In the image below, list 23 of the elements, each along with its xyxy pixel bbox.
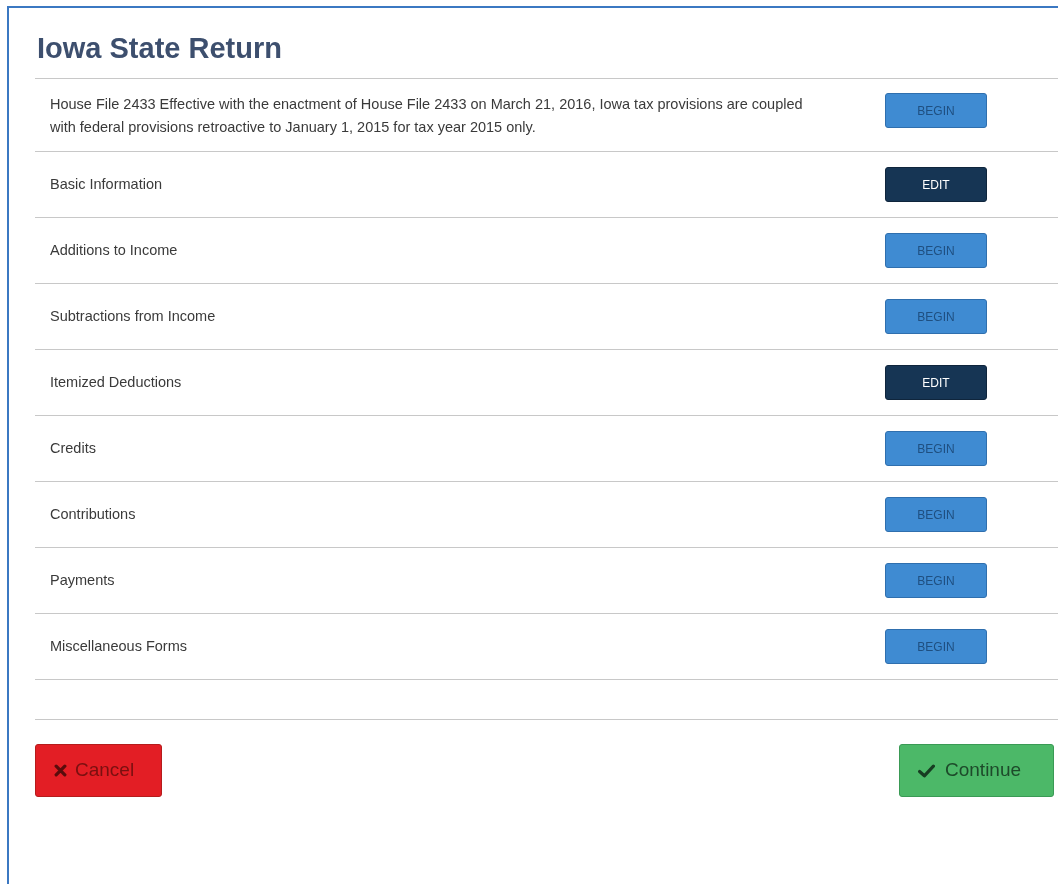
begin-button[interactable]: BEGIN bbox=[885, 299, 987, 334]
cancel-button[interactable]: Cancel bbox=[35, 744, 162, 797]
section-label: Contributions bbox=[50, 505, 137, 524]
section-label: Basic Information bbox=[50, 175, 164, 194]
section-label: Credits bbox=[50, 439, 97, 458]
page-title: Iowa State Return bbox=[36, 31, 283, 66]
section-label: Payments bbox=[50, 571, 116, 590]
section-label: Miscellaneous Forms bbox=[50, 637, 188, 656]
begin-button[interactable]: BEGIN bbox=[885, 563, 987, 598]
continue-button[interactable]: Continue bbox=[899, 744, 1054, 797]
section-label: Subtractions from Income bbox=[50, 307, 217, 326]
edit-button[interactable]: EDIT bbox=[885, 365, 987, 400]
section-label: Additions to Income bbox=[50, 241, 179, 260]
section-label: Itemized Deductions bbox=[50, 373, 183, 392]
begin-button[interactable]: BEGIN bbox=[885, 93, 987, 128]
close-icon bbox=[54, 764, 67, 777]
edit-button[interactable]: EDIT bbox=[885, 167, 987, 202]
begin-button[interactable]: BEGIN bbox=[885, 233, 987, 268]
begin-button[interactable]: BEGIN bbox=[885, 629, 987, 664]
section-label: House File 2433 Effective with the enactment of House File 2433 on March 21, 2016, Iowa tax provisions are coupled with federal provisions retroactive to January 1, 2015 for tax year 2015 only. bbox=[50, 95, 804, 137]
begin-button[interactable]: BEGIN bbox=[885, 497, 987, 532]
begin-button[interactable]: BEGIN bbox=[885, 431, 987, 466]
checkmark-icon bbox=[918, 763, 935, 778]
